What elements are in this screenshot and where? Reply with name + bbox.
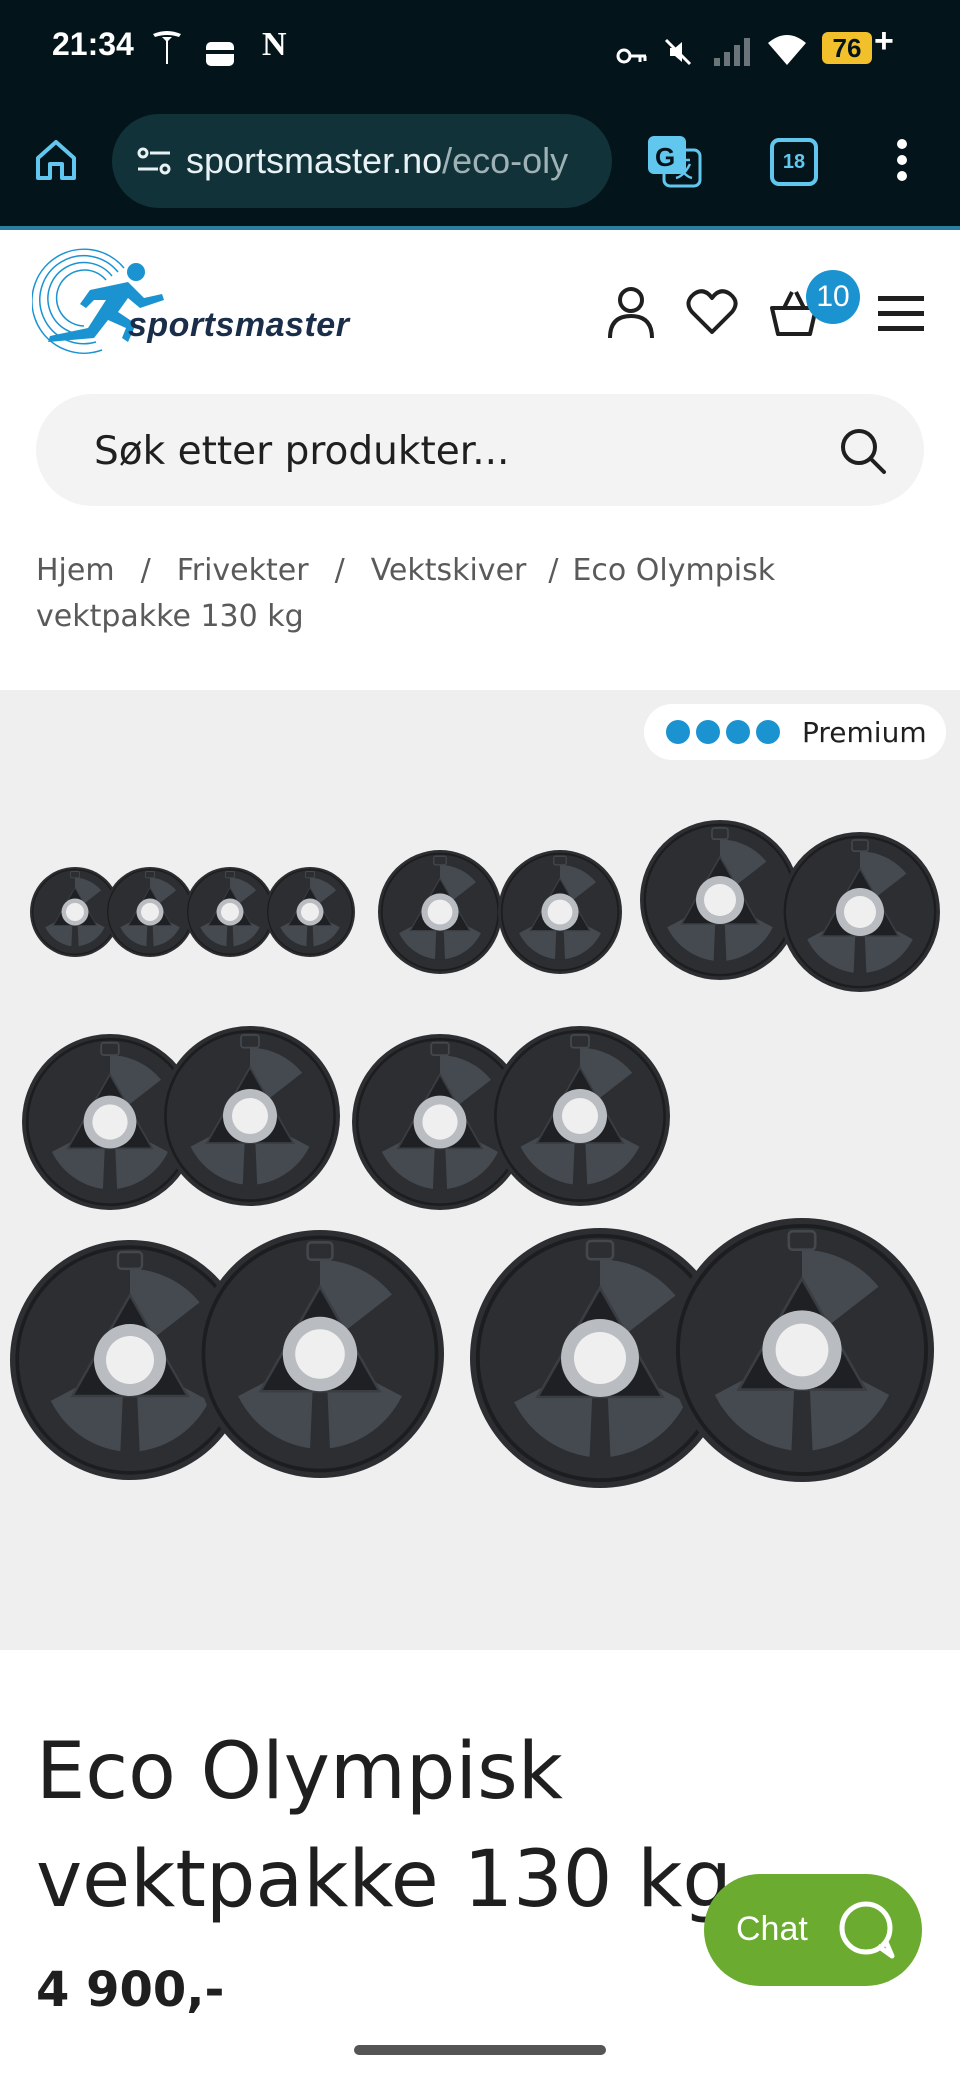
netflix-app-icon: N (262, 26, 287, 63)
wifi-icon (768, 35, 806, 65)
battery-level: 76 (822, 32, 872, 64)
svg-text:G: G (655, 142, 675, 172)
sportsmaster-logo-text[interactable]: sportsmaster (128, 306, 349, 345)
gesture-navigation-handle[interactable] (354, 2045, 606, 2055)
home-icon[interactable] (32, 136, 80, 184)
browser-toolbar: sportsmaster.no/eco-oly G 18 (0, 96, 960, 230)
search-input[interactable] (92, 422, 796, 480)
hamburger-menu-icon[interactable] (878, 294, 926, 334)
breadcrumb-item-frivekter[interactable]: Frivekter (177, 553, 309, 588)
tab-switcher-button[interactable]: 18 (770, 138, 818, 186)
chat-button[interactable]: Chat (704, 1874, 922, 1986)
more-options-icon[interactable] (892, 136, 912, 184)
site-settings-icon[interactable] (136, 146, 172, 176)
translate-icon[interactable]: G (646, 134, 702, 188)
product-image-gallery[interactable]: Premium (0, 690, 960, 1650)
address-bar[interactable]: sportsmaster.no/eco-oly (112, 114, 612, 208)
search-bar (36, 394, 924, 506)
breadcrumb: Hjem / Frivekter / Vektskiver / Eco Olympisk v… (36, 548, 936, 640)
charging-indicator: + (874, 22, 894, 60)
breadcrumb-separator: / (548, 553, 559, 588)
chat-label: Chat (736, 1910, 808, 1948)
account-icon[interactable] (604, 284, 658, 340)
tesla-app-icon (153, 31, 181, 64)
search-icon[interactable] (838, 426, 888, 476)
url-path: /eco-oly (442, 140, 569, 181)
product-photo (8, 818, 942, 1490)
status-time: 21:34 (52, 26, 134, 62)
page-load-accent (0, 226, 960, 230)
breadcrumb-separator: / (334, 553, 345, 588)
chat-bubble-icon (839, 1901, 895, 1959)
breadcrumb-item-hjem[interactable]: Hjem (36, 553, 115, 588)
url-text: sportsmaster.no/eco-oly (186, 140, 568, 182)
url-domain: sportsmaster.no (186, 140, 443, 181)
status-bar: 21:34 N 76 + (0, 0, 960, 96)
wishlist-heart-icon[interactable] (686, 288, 738, 336)
breadcrumb-separator: / (140, 553, 151, 588)
breadcrumb-item-vektskiver[interactable]: Vektskiver (371, 553, 527, 588)
product-price: 4 900,- (36, 1962, 225, 2018)
product-title: Eco Olympisk vektpakke 130 kg (36, 1727, 732, 1925)
signal-icon (714, 38, 750, 66)
mute-icon (664, 38, 692, 66)
wallet-app-icon (206, 42, 234, 66)
vpn-key-icon (616, 48, 647, 64)
cart-count-badge[interactable]: 10 (806, 270, 860, 324)
